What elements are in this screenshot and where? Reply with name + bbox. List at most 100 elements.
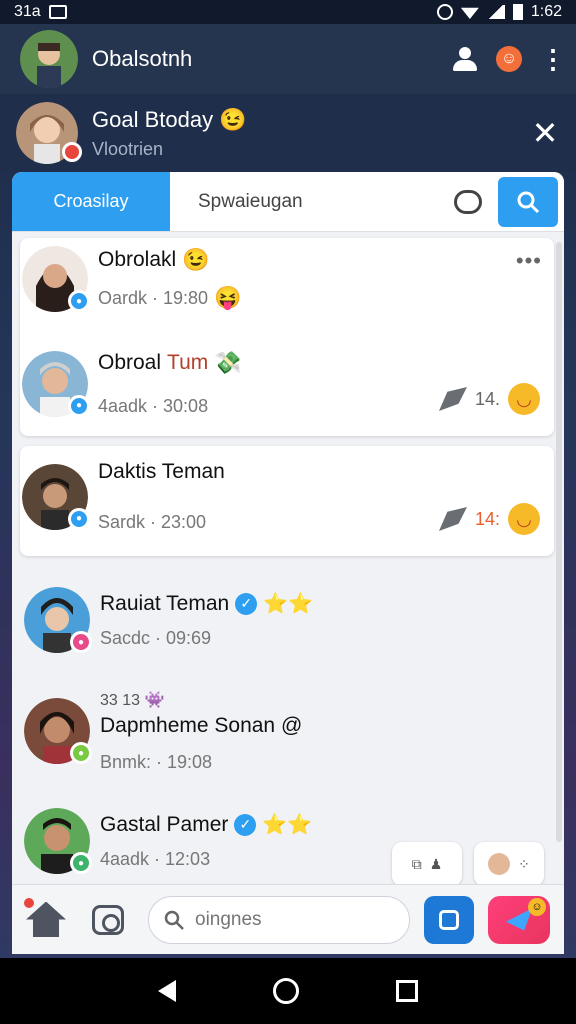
chat-panel: Croasilay Spwaieugan ••• ● Obrolakl 😉 Oa… (12, 172, 564, 884)
chat-status-badge: ● (70, 742, 92, 764)
chat-meta: Bnmk: · 19:08 (100, 751, 213, 772)
back-icon[interactable] (158, 980, 177, 1002)
close-icon[interactable]: ✕ (530, 117, 560, 149)
id-card-icon: ⧉ (411, 855, 422, 872)
chat-status-badge: ● (70, 852, 92, 874)
chat-row[interactable]: ● Obrolakl 😉 Oardk · 19:80 😝 (20, 238, 554, 312)
notification-icon (48, 5, 67, 19)
face-thumb-icon (488, 853, 511, 875)
grin-emoji-icon: ◡ (508, 383, 540, 415)
chat-name-text: Rauiat Teman (100, 591, 230, 615)
tab-spwaieugan[interactable]: Spwaieugan (170, 172, 454, 231)
recents-icon[interactable] (395, 980, 418, 1002)
status-time: 1:62 (530, 3, 562, 20)
emoji-card-button[interactable]: ⁘ (474, 842, 544, 884)
bottom-bar: ☺ (12, 884, 564, 954)
chat-row[interactable]: ● Gastal Pamer ✓ ⭐⭐ 4aadk · 12:03 ⧉ ♟ ⁘ (20, 788, 554, 884)
chat-right-cluster: 14: ◡ (438, 503, 540, 535)
status-left: 31a (14, 3, 67, 21)
home-icon[interactable] (24, 897, 66, 938)
star-icons: ⭐⭐ (262, 814, 313, 836)
banner-text: Goal Btoday 😉 Vlootrien (92, 107, 530, 160)
profile-avatar[interactable] (20, 30, 78, 88)
wifi-icon (460, 7, 479, 19)
alarm-icon (436, 4, 453, 20)
chat-count: 14. (474, 388, 500, 409)
chat-pre-emoji: 👾 (144, 691, 165, 709)
chat-avatar: ● (22, 350, 90, 417)
chat-text: Rauiat Teman ✓ ⭐⭐ Sacdc · 09:69 (100, 591, 554, 649)
home-notification-dot (24, 897, 34, 908)
banner-title: Goal Btoday 😉 (92, 107, 530, 133)
home-circle-icon[interactable] (272, 978, 299, 1004)
chat-text: 33 13 👾 Dapmheme Sonan @ Bnmk: · 19:08 (100, 690, 554, 773)
profile-avatar-image (20, 30, 78, 88)
camera-icon[interactable] (92, 904, 124, 935)
search-button[interactable] (498, 176, 558, 227)
banner-subtitle: Vlootrien (92, 138, 164, 159)
grin-emoji-icon: ◡ (508, 503, 540, 535)
pin-icon (438, 507, 467, 531)
chat-name: Gastal Pamer ✓ ⭐⭐ (100, 812, 554, 837)
chat-row[interactable]: ● Rauiat Teman ✓ ⭐⭐ Sacdc · 09:69 (20, 566, 554, 674)
cloud-icon[interactable] (454, 189, 482, 214)
chat-status-badge: ● (70, 631, 92, 653)
search-field[interactable] (148, 895, 410, 944)
chat-status-badge: ● (68, 507, 90, 530)
system-nav-bar (0, 958, 576, 1024)
compose-button[interactable]: ☺ (488, 895, 550, 944)
chat-text: Obrolakl 😉 Oardk · 19:80 😝 (98, 247, 554, 311)
banner-title-text: Goal Btoday (92, 106, 214, 132)
chat-meta-text: Oardk · 19:80 (98, 287, 209, 308)
app-header: Obalsotnh ☺ ⋮ (0, 24, 576, 94)
person-small-icon: ♟ (429, 855, 443, 872)
contact-card-button[interactable]: ⧉ ♟ (392, 842, 462, 884)
chat-row[interactable]: ● Daktis Teman Sardk · 23:00 14: ◡ (22, 460, 554, 535)
scrollbar[interactable] (556, 242, 562, 842)
smile-icon[interactable]: ☺ (496, 46, 522, 72)
chat-list: ••• ● Obrolakl 😉 Oardk · 19:80 😝 ● Obroa… (12, 232, 564, 884)
tab-actions (454, 172, 564, 231)
chat-avatar: ● (22, 246, 90, 312)
banner-avatar (16, 102, 82, 164)
chat-count: 14: (474, 508, 500, 529)
verified-icon: ✓ (234, 813, 257, 836)
notification-banner[interactable]: Goal Btoday 😉 Vlootrien ✕ (0, 94, 576, 172)
chat-avatar: ● (24, 698, 92, 764)
chat-avatar: ● (24, 808, 92, 874)
chat-right-cluster: 14. ◡ (438, 383, 540, 415)
tab-croasilay[interactable]: Croasilay (12, 172, 170, 231)
signal-icon (486, 5, 505, 19)
banner-badge (62, 142, 82, 162)
chat-row[interactable]: ● 33 13 👾 Dapmheme Sonan @ Bnmk: · 19:08 (20, 674, 554, 788)
search-icon (517, 191, 540, 213)
pin-icon (438, 387, 467, 411)
chat-avatar: ● (22, 463, 90, 530)
chat-avatar: ● (24, 587, 92, 653)
chat-status-badge: ● (68, 394, 90, 417)
chat-name: Obrolakl 😉 (98, 247, 554, 273)
battery-icon (512, 4, 523, 20)
search-input[interactable] (195, 908, 365, 931)
chat-name: Obroal Tum 💸 (98, 350, 554, 376)
chat-name-accent: Tum (167, 351, 209, 374)
square-button[interactable] (424, 895, 474, 944)
chat-row[interactable]: ● Obroal Tum 💸 4aadk · 30:08 14. ◡ (20, 312, 554, 417)
chat-meta: Sacdc · 09:69 (100, 628, 212, 648)
chat-card: ● Daktis Teman Sardk · 23:00 14: ◡ (20, 446, 554, 556)
person-icon[interactable] (452, 46, 478, 72)
chat-name: Dapmheme Sonan @ (100, 713, 303, 737)
status-bar: 31a 1:62 (0, 0, 576, 24)
grid-dots-icon: ⁘ (518, 855, 530, 872)
status-right: 1:62 (436, 3, 562, 21)
tab-bar: Croasilay Spwaieugan (12, 172, 564, 232)
app-title: Obalsotnh (92, 46, 193, 71)
more-icon[interactable]: ⋮ (540, 46, 566, 72)
chat-status-badge: ● (68, 290, 90, 312)
fab-emoji-icon: ☺ (528, 897, 546, 916)
banner-emoji: 😉 (219, 106, 247, 132)
search-field-icon (164, 910, 184, 930)
chat-pre: 33 13 👾 (100, 690, 554, 710)
chat-pre-text: 33 13 (100, 691, 141, 709)
chat-name-emoji: 😉 (182, 247, 210, 272)
